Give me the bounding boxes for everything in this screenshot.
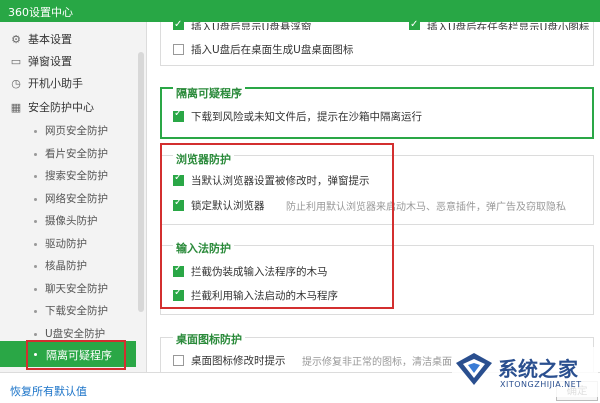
sidebar-item-driver-protection[interactable]: 驱动防护 [34, 236, 87, 254]
usb-taskbar-label: 插入U盘后在任务栏显示U盘小图标 [427, 22, 590, 30]
isolate-sandbox-checkbox[interactable] [173, 108, 184, 122]
isolate-section-title: 隔离可疑程序 [173, 85, 245, 101]
usb-desktop-label: 插入U盘后在桌面生成U盘桌面图标 [191, 44, 354, 56]
highlight-box-sidebar [26, 340, 126, 370]
sidebar-item-download-protection[interactable]: 下载安全防护 [34, 303, 108, 321]
grid-icon: ▦ [10, 101, 22, 114]
desktop-icon-checkbox[interactable] [173, 355, 184, 366]
sidebar-item-security-center[interactable]: ▦ 安全防护中心 [10, 99, 94, 119]
sidebar-item-core-protection[interactable]: 核晶防护 [34, 258, 87, 276]
watermark-logo-icon [456, 353, 492, 385]
desktop-icon-label: 桌面图标修改时提示 [191, 355, 286, 367]
sidebar-item-camera-protection[interactable]: 摄像头防护 [34, 213, 98, 231]
sidebar-item-search-protection[interactable]: 搜索安全防护 [34, 168, 108, 186]
title-bar: 360设置中心 [0, 0, 600, 22]
desktop-icon-hint: 提示修复非正常的图标，清洁桌面 [302, 357, 452, 368]
sidebar-scrollbar[interactable] [138, 52, 144, 312]
clock-icon: ◷ [11, 77, 21, 90]
sidebar-item-popup-settings[interactable]: ▭ 弹窗设置 [10, 53, 72, 73]
window-title: 360设置中心 [8, 6, 73, 19]
sidebar-item-video-protection[interactable]: 看片安全防护 [34, 146, 108, 164]
watermark-name: 系统之家 [498, 357, 578, 381]
sidebar-item-web-protection[interactable]: 网页安全防护 [34, 123, 108, 141]
usb-taskbar-checkbox[interactable] [409, 19, 420, 30]
highlight-box-content [160, 143, 394, 309]
window-icon: ▭ [10, 55, 22, 68]
isolate-sandbox-label: 下载到风险或未知文件后，提示在沙箱中隔离运行 [191, 111, 422, 123]
sidebar-item-basic-settings[interactable]: ⚙ 基本设置 [10, 31, 72, 51]
sidebar-item-network-protection[interactable]: 网络安全防护 [34, 191, 108, 209]
usb-desktop-checkbox[interactable] [173, 44, 184, 55]
usb-float-label: 插入U盘后显示U盘悬浮窗 [191, 22, 312, 30]
watermark: 系统之家 XITONGZHIJIA.NET [452, 347, 598, 397]
watermark-url: XITONGZHIJIA.NET [500, 380, 582, 389]
desktop-section-title: 桌面图标防护 [173, 331, 245, 347]
sidebar-item-chat-protection[interactable]: 聊天安全防护 [34, 281, 108, 299]
sidebar-item-boot-assistant[interactable]: ◷ 开机小助手 [10, 75, 83, 95]
gear-icon: ⚙ [11, 33, 21, 46]
restore-defaults-link[interactable]: 恢复所有默认值 [10, 383, 87, 399]
usb-float-checkbox[interactable] [173, 19, 184, 30]
